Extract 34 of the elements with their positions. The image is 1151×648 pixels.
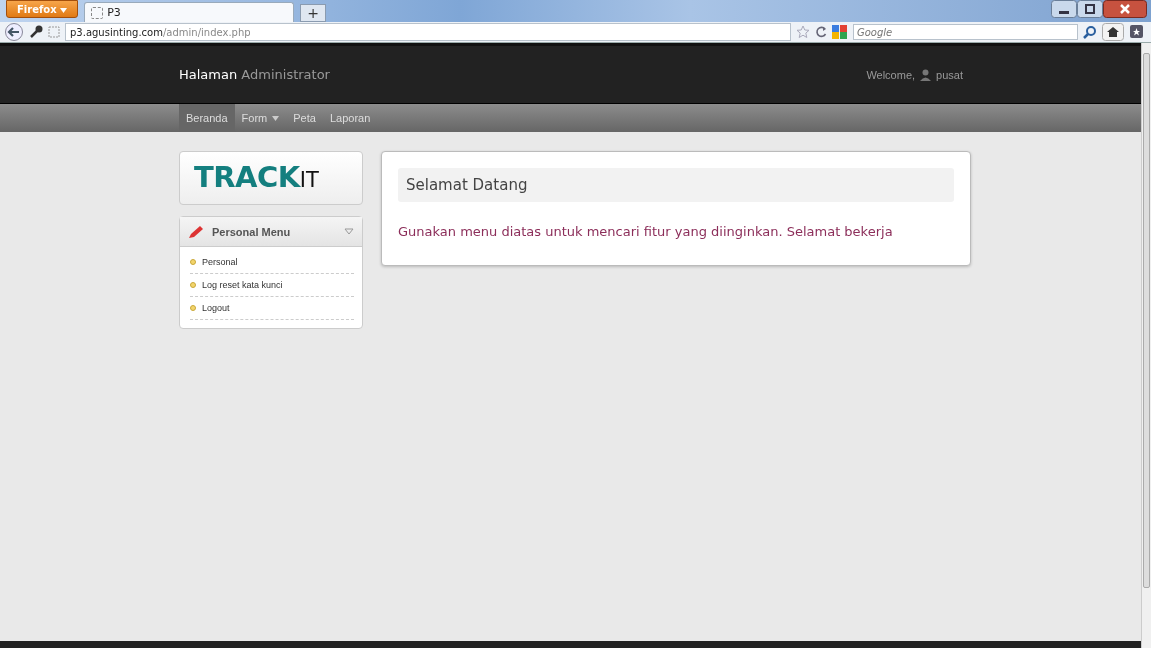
search-field[interactable]: Google — [853, 24, 1078, 40]
key-icon — [29, 25, 43, 39]
welcome-text: Welcome, — [866, 68, 916, 81]
minimize-icon[interactable] — [1051, 0, 1077, 18]
home-icon[interactable] — [1102, 23, 1124, 41]
address-field[interactable]: p3.agusinting.com/admin/index.php — [65, 23, 791, 41]
menu-link[interactable]: Logout — [202, 303, 230, 313]
star-icon[interactable] — [796, 25, 810, 39]
logo-text: TRACK — [194, 160, 300, 194]
menu-link[interactable]: Personal — [202, 257, 238, 267]
caret-icon — [60, 7, 68, 13]
welcome-message: Gunakan menu diatas untuk mencari fitur yang diinginkan. Selamat bekerja — [398, 224, 894, 239]
back-icon[interactable] — [4, 23, 24, 41]
page-icon — [48, 26, 60, 38]
close-icon[interactable] — [1103, 0, 1147, 18]
new-tab-button[interactable]: + — [300, 4, 327, 22]
bullet-icon — [190, 282, 196, 288]
reload-icon[interactable] — [815, 26, 827, 38]
search-engine-icon[interactable] — [832, 25, 848, 39]
bullet-icon — [190, 259, 196, 265]
panel-header[interactable]: Personal Menu — [180, 217, 362, 247]
user-link[interactable]: pusat — [936, 68, 963, 81]
browser-tab[interactable]: P3 — [84, 2, 295, 22]
scrollbar-thumb[interactable] — [1143, 53, 1150, 588]
maximize-icon[interactable] — [1077, 0, 1103, 18]
nav-item[interactable]: Beranda — [179, 104, 235, 132]
panel-title: Personal Menu — [212, 225, 292, 238]
bullet-icon — [190, 305, 196, 311]
pencil-icon — [188, 224, 204, 239]
site-title[interactable]: Halaman Administrator — [179, 67, 330, 82]
search-icon[interactable] — [1083, 25, 1097, 39]
menu-link[interactable]: Log reset kata kunci — [202, 280, 283, 290]
user-icon — [920, 68, 932, 81]
card-title: Selamat Datang — [398, 168, 954, 202]
